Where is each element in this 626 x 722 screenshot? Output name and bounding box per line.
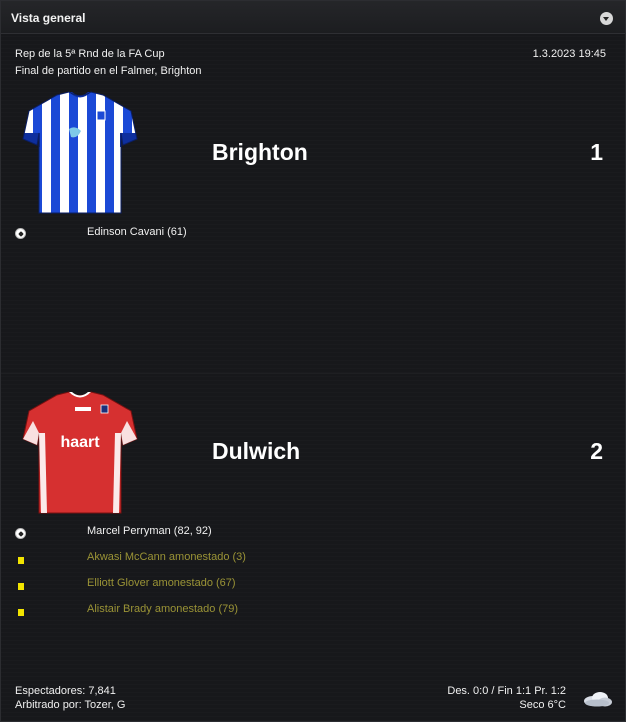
yellow-card-icon bbox=[18, 557, 24, 564]
match-overview-panel: Vista general Rep de la 5ª Rnd de la FA … bbox=[0, 0, 626, 722]
home-team-name[interactable]: Brighton bbox=[212, 139, 308, 166]
booking-event[interactable]: Akwasi McCann amonestado (3) bbox=[87, 551, 246, 563]
away-score: 2 bbox=[590, 438, 603, 464]
competition-label: Rep de la 5ª Rnd de la FA Cup bbox=[15, 48, 165, 60]
cloud-icon bbox=[584, 692, 612, 707]
yellow-card-icon bbox=[18, 583, 24, 590]
panel-title: Vista general bbox=[11, 11, 86, 25]
home-score: 1 bbox=[590, 139, 603, 165]
collapse-dropdown-icon[interactable] bbox=[600, 12, 613, 25]
home-goal-event[interactable]: Edinson Cavani (61) bbox=[87, 226, 187, 238]
section-divider bbox=[1, 373, 625, 374]
attendance-label: Espectadores: 7,841 bbox=[15, 685, 116, 697]
kit-sponsor-text: haart bbox=[60, 434, 100, 451]
away-team-name[interactable]: Dulwich bbox=[212, 438, 300, 465]
weather-label: Seco 6°C bbox=[519, 699, 566, 711]
match-datetime: 1.3.2023 19:45 bbox=[532, 48, 606, 60]
booking-event[interactable]: Elliott Glover amonestado (67) bbox=[87, 577, 236, 589]
ball-icon bbox=[15, 228, 26, 239]
match-status-label: Final de partido en el Falmer, Brighton bbox=[15, 65, 202, 77]
ball-icon bbox=[15, 528, 26, 539]
match-info-left: Espectadores: 7,841 Arbitrado por: Tozer… bbox=[15, 684, 125, 712]
home-kit-image bbox=[22, 91, 138, 214]
match-info-right: Des. 0:0 / Fin 1:1 Pr. 1:2 Seco 6°C bbox=[447, 684, 566, 712]
booking-event[interactable]: Alistair Brady amonestado (79) bbox=[87, 603, 238, 615]
referee-label[interactable]: Arbitrado por: Tozer, G bbox=[15, 698, 125, 712]
away-kit-image: haart bbox=[22, 391, 138, 514]
score-summary-label: Des. 0:0 / Fin 1:1 Pr. 1:2 bbox=[447, 685, 566, 697]
panel-header: Vista general bbox=[1, 1, 625, 34]
yellow-card-icon bbox=[18, 609, 24, 616]
away-goal-event[interactable]: Marcel Perryman (82, 92) bbox=[87, 525, 212, 537]
